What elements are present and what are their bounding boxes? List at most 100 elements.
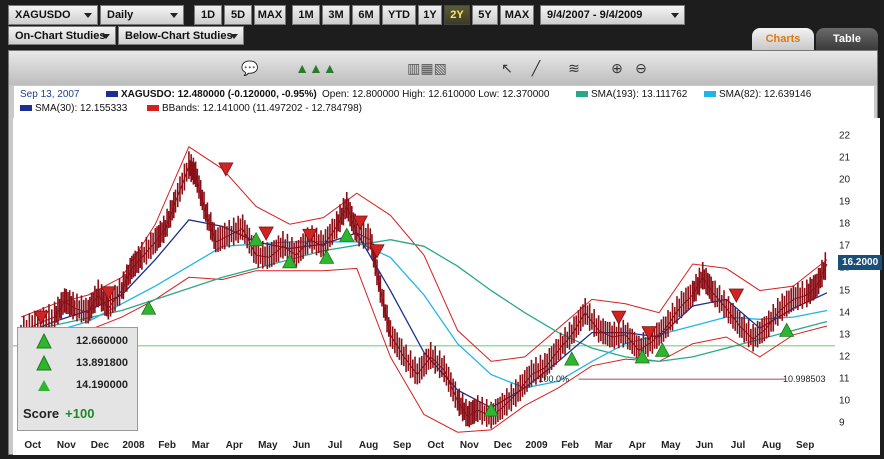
x-tick-label: Dec (90, 440, 110, 451)
y-axis: 910111213141516171819202122 (835, 118, 880, 441)
range-button-1y[interactable]: 1Y (418, 5, 442, 25)
last-price-tag: 16.2000 (838, 255, 882, 270)
x-tick-label: Nov (56, 440, 76, 451)
cursor-icon[interactable]: ↖ (497, 57, 517, 79)
x-tick-label: Mar (594, 440, 613, 451)
legend-swatch (20, 105, 32, 112)
chevron-down-icon (84, 13, 92, 18)
sell-signal (728, 288, 744, 303)
below-chart-studies-label: Below-Chart Studies (125, 30, 233, 42)
tab-table[interactable]: Table (816, 28, 878, 50)
x-tick-label: 2009 (525, 440, 548, 451)
date-range-value: 9/4/2007 - 9/4/2009 (547, 9, 643, 21)
x-tick-label: Apr (225, 440, 243, 451)
x-tick-label: Jun (292, 440, 311, 451)
range-button-1d[interactable]: 1D (194, 5, 222, 25)
score-points: +100 (65, 406, 95, 421)
interval-select[interactable]: Daily (100, 5, 184, 25)
legend-sma193: SMA(193): 13.111762 (576, 89, 687, 100)
x-tick-label: Feb (158, 440, 176, 451)
mountain-chart-icon[interactable]: ▲▲▲ (286, 57, 346, 79)
range-button-3m[interactable]: 3M (322, 5, 350, 25)
buy-signal (779, 322, 795, 337)
legend-bbands-text: BBands: 12.141000 (11.497202 - 12.784798… (162, 103, 362, 114)
chevron-down-icon (230, 34, 238, 39)
x-tick-label: Nov (459, 440, 479, 451)
range-button-6m[interactable]: 6M (352, 5, 380, 25)
y-tick-label: 19 (839, 196, 851, 208)
symbol-value: XAGUSDO (15, 9, 71, 21)
y-tick-label: 22 (839, 130, 851, 142)
x-tick-label: Jul (327, 440, 343, 451)
y-tick-label: 17 (839, 240, 851, 252)
score-row: 14.190000 (18, 374, 137, 396)
chart-legend: Sep 13, 2007 XAGUSDO: 12.480000 (-0.1200… (14, 86, 874, 118)
legend-bbands: BBands: 12.141000 (11.497202 - 12.784798… (147, 103, 362, 114)
legend-ohlc: Open: 12.800000 High: 12.610000 Low: 12.… (322, 89, 550, 100)
y-tick-label: 13 (839, 329, 851, 341)
range-button-5d[interactable]: 5D (224, 5, 252, 25)
legend-swatch (106, 91, 118, 98)
x-tick-label: Mar (191, 440, 210, 451)
y-tick-label: 14 (839, 307, 851, 319)
y-tick-label: 15 (839, 285, 851, 297)
x-tick-label: 2008 (122, 440, 145, 451)
legend-date: Sep 13, 2007 (20, 89, 80, 100)
y-tick-label: 20 (839, 174, 851, 186)
below-chart-studies-select[interactable]: Below-Chart Studies (118, 26, 244, 45)
y-tick-label: 21 (839, 152, 851, 164)
legend-swatch (576, 91, 588, 98)
x-tick-label: Sep (392, 440, 412, 451)
range-button-2y[interactable]: 2Y (444, 5, 470, 25)
chart-type-icon[interactable]: ▥▦▧ (377, 57, 477, 79)
chevron-down-icon (170, 13, 178, 18)
range-button-max[interactable]: MAX (254, 5, 286, 25)
x-axis: Oct Nov Dec 2008 Feb Mar Apr May Jun Jul Aug Sep Oct… (13, 437, 880, 455)
fibonacci-icon[interactable]: ≋ (557, 57, 591, 79)
symbol-select[interactable]: XAGUSDO (8, 5, 98, 25)
y-tick-label: 9 (839, 417, 845, 429)
range-button-5y[interactable]: 5Y (472, 5, 498, 25)
x-tick-label: Sep (795, 440, 815, 451)
sell-signal (258, 226, 274, 241)
legend-sma82-text: SMA(82): 12.639146 (719, 89, 812, 100)
legend-symbol-text: XAGUSDO: 12.480000 (-0.120000, -0.95%) (121, 89, 317, 100)
y-tick-label: 11 (839, 373, 850, 385)
x-tick-label: Feb (561, 440, 579, 451)
chevron-down-icon (102, 34, 110, 39)
range-button-max[interactable]: MAX (500, 5, 534, 25)
on-chart-studies-select[interactable]: On-Chart Studies (8, 26, 116, 45)
fib-percent-label: 100.0% (538, 374, 569, 384)
legend-swatch (147, 105, 159, 112)
sell-signal (218, 162, 234, 177)
range-button-1m[interactable]: 1M (292, 5, 320, 25)
x-tick-label: Dec (493, 440, 513, 451)
legend-sma193-text: SMA(193): 13.111762 (591, 89, 688, 100)
on-chart-studies-label: On-Chart Studies (15, 30, 106, 42)
y-tick-label: 18 (839, 218, 851, 230)
x-tick-label: May (661, 440, 681, 451)
score-value: 14.190000 (76, 379, 128, 391)
score-value: 12.660000 (76, 335, 128, 347)
comment-icon[interactable]: 💬 (234, 57, 266, 79)
chevron-down-icon (671, 13, 679, 18)
date-range-select[interactable]: 9/4/2007 - 9/4/2009 (540, 5, 685, 25)
x-tick-label: Aug (761, 440, 782, 451)
x-tick-label: May (258, 440, 278, 451)
chart-toolbar: 💬 ▲▲▲ ▥▦▧ ↖ ╱ ≋ ⊕ ⊖ (9, 51, 877, 85)
x-tick-label: Aug (358, 440, 379, 451)
y-tick-label: 12 (839, 351, 851, 363)
legend-sma30: SMA(30): 12.155333 (20, 103, 127, 114)
score-row: 12.660000 (18, 330, 137, 352)
x-tick-label: Jul (730, 440, 746, 451)
triangle-up-icon (36, 333, 52, 349)
x-tick-label: Oct (427, 440, 445, 451)
tab-charts[interactable]: Charts (752, 28, 814, 50)
range-button-ytd[interactable]: YTD (382, 5, 416, 25)
x-tick-label: Jun (695, 440, 714, 451)
trendline-icon[interactable]: ╱ (519, 57, 553, 79)
legend-sma30-text: SMA(30): 12.155333 (35, 103, 128, 114)
triangle-up-icon (38, 380, 50, 391)
zoom-in-icon[interactable]: ⊕ (607, 57, 627, 79)
zoom-out-icon[interactable]: ⊖ (631, 57, 651, 79)
